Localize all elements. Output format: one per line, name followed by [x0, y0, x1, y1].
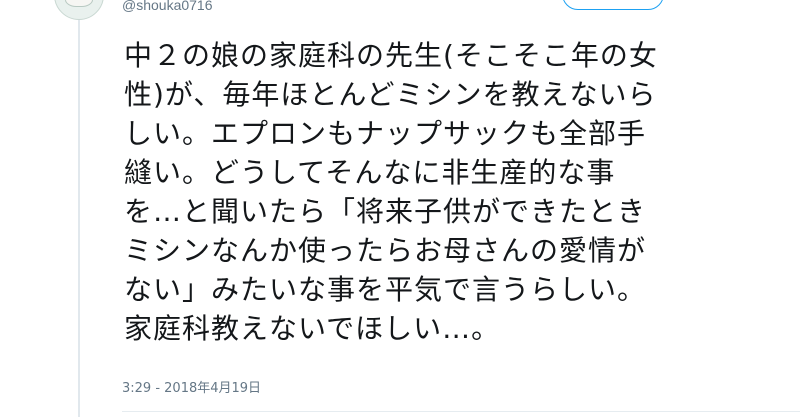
follow-button[interactable]: [562, 0, 664, 10]
avatar-rail: [0, 0, 110, 417]
avatar[interactable]: [54, 0, 104, 20]
tweet-text-line: を…と聞いたら「将来子供ができたとき: [124, 195, 647, 228]
tweet-text-line: ない」みたいな事を平気で言うらしい。: [124, 273, 647, 306]
thread-line: [78, 20, 80, 417]
tweet-text: 中２の娘の家庭科の先生(そこそこ年の女 性)が、毎年ほとんどミシンを教えないら …: [124, 36, 764, 348]
tweet-text-line: ミシンなんか使ったらお母さんの愛情が: [124, 234, 647, 267]
tweet-text-line: 性)が、毎年ほとんどミシンを教えないら: [124, 78, 657, 111]
avatar-figure: [65, 0, 93, 7]
tweet-card: @shouka0716 中２の娘の家庭科の先生(そこそこ年の女 性)が、毎年ほと…: [0, 0, 800, 417]
tweet-text-line: しい。エプロンもナップサックも全部手: [124, 117, 647, 150]
tweet-text-line: 中２の娘の家庭科の先生(そこそこ年の女: [124, 39, 658, 72]
tweet-timestamp[interactable]: 3:29 - 2018年4月19日: [122, 377, 261, 396]
tweet-text-line: 縫い。どうしてそんなに非生産的な事: [124, 156, 616, 189]
tweet-text-line: 家庭科教えないでほしい…。: [124, 312, 501, 345]
divider: [122, 411, 800, 412]
user-handle[interactable]: @shouka0716: [122, 0, 213, 13]
